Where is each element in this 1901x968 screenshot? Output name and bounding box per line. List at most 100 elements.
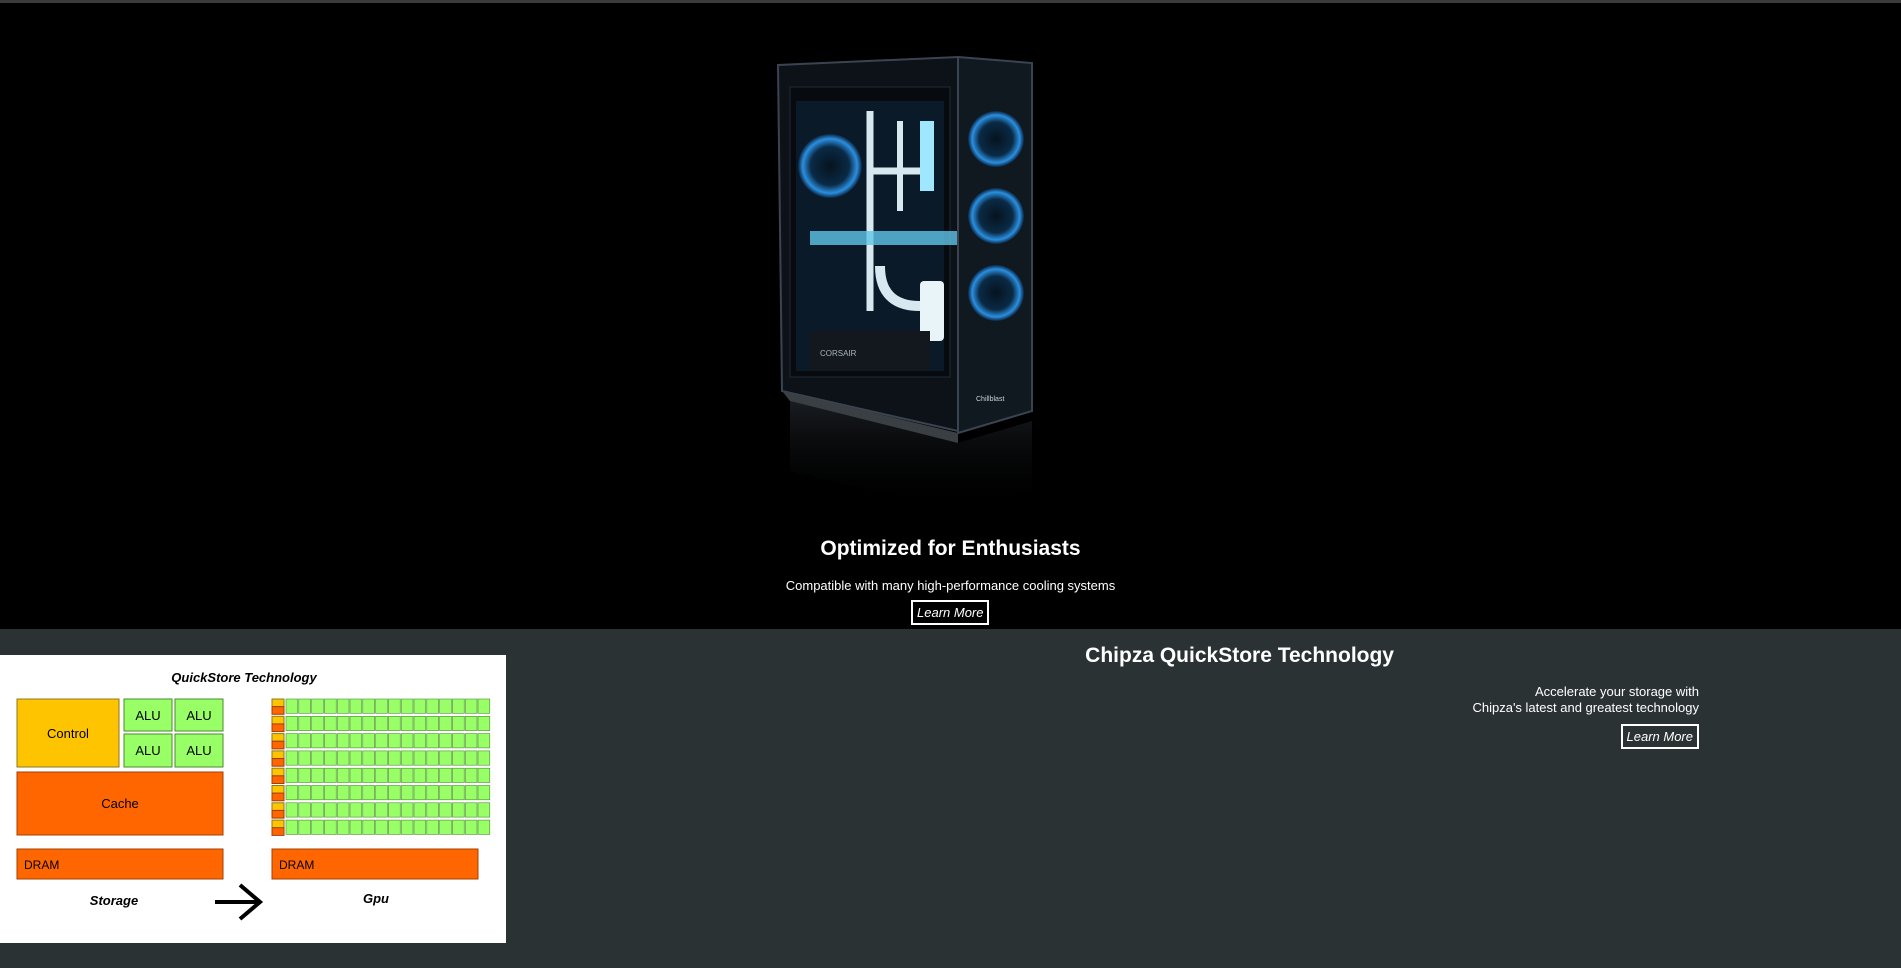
gpu-alu-cell [426, 785, 439, 801]
gpu-alu-cell [413, 715, 427, 731]
gpu-control-cell [271, 733, 285, 742]
gpu-core-grid [271, 698, 491, 836]
gpu-control-cell [271, 785, 285, 794]
gpu-alu-cell [439, 715, 452, 731]
gpu-alu-cell [349, 767, 363, 783]
gpu-alu-cell [439, 698, 452, 714]
gpu-alu-cell [452, 698, 465, 714]
gpu-alu-cell [464, 733, 478, 749]
gpu-alu-cell [426, 733, 439, 749]
gpu-alu-cell [388, 733, 401, 749]
gpu-alu-cell [413, 698, 427, 714]
gpu-alu-cell [324, 819, 337, 835]
gpu-alu-cell [439, 819, 452, 835]
gpu-alu-cell [285, 802, 299, 818]
quickstore-description: Accelerate your storage with Chipza's la… [1199, 684, 1699, 716]
gpu-alu-cell [311, 819, 324, 835]
gpu-alu-cell [477, 750, 491, 766]
gpu-alu-cell [285, 750, 299, 766]
gpu-alu-cell [336, 750, 350, 766]
gpu-alu-cell [285, 698, 299, 714]
control-label: Control [47, 726, 89, 741]
hero-learn-more-button[interactable]: Learn More [911, 600, 990, 625]
gpu-alu-cell [400, 715, 414, 731]
gpu-alu-cell [375, 802, 388, 818]
alu-label-4: ALU [186, 743, 211, 758]
dram-left-label: DRAM [24, 858, 59, 872]
gpu-alu-cell [349, 698, 363, 714]
gpu-alu-cell [388, 715, 401, 731]
gpu-alu-cell [477, 785, 491, 801]
gpu-alu-cell [452, 785, 465, 801]
quickstore-diagram: QuickStore Technology Control ALU ALU AL… [0, 655, 506, 943]
quickstore-title: Chipza QuickStore Technology [1085, 644, 1394, 667]
gpu-alu-cell [362, 698, 375, 714]
gpu-alu-cell [439, 767, 452, 783]
gpu-alu-cell [388, 819, 401, 835]
gpu-control-cell [271, 802, 285, 811]
gpu-alu-cell [298, 767, 311, 783]
gpu-alu-cell [426, 750, 439, 766]
gpu-cache-cell [271, 723, 285, 733]
cache-label: Cache [101, 796, 139, 811]
gpu-alu-cell [362, 733, 375, 749]
gpu-alu-cell [311, 750, 324, 766]
case-brand-text: CORSAIR [820, 349, 857, 358]
gpu-alu-cell [452, 802, 465, 818]
gpu-alu-cell [324, 750, 337, 766]
gpu-alu-cell [285, 819, 299, 835]
gpu-alu-cell [298, 698, 311, 714]
gpu-alu-cell [285, 733, 299, 749]
dram-right-block: DRAM [271, 848, 479, 880]
gpu-alu-cell [324, 785, 337, 801]
gpu-alu-cell [477, 698, 491, 714]
gpu-alu-cell [452, 715, 465, 731]
quickstore-line-1: Accelerate your storage with [1534, 684, 1699, 699]
gpu-alu-cell [400, 750, 414, 766]
arrow-right-icon [215, 883, 264, 921]
gpu-alu-cell [336, 819, 350, 835]
alu-label-2: ALU [186, 708, 211, 723]
gpu-alu-cell [311, 785, 324, 801]
gpu-alu-cell [400, 698, 414, 714]
gpu-alu-cell [311, 715, 324, 731]
quickstore-learn-more-button[interactable]: Learn More [1620, 724, 1699, 749]
gpu-alu-cell [324, 698, 337, 714]
gpu-alu-cell [452, 750, 465, 766]
gpu-alu-cell [375, 819, 388, 835]
gpu-cache-cell [271, 740, 285, 750]
gpu-alu-cell [375, 767, 388, 783]
gpu-alu-cell [464, 750, 478, 766]
gpu-alu-cell [413, 733, 427, 749]
hero-title: Optimized for Enthusiasts [820, 537, 1081, 560]
cache-block: Cache [16, 771, 224, 836]
gpu-control-cell [271, 767, 285, 777]
gpu-control-cell [271, 715, 285, 725]
alu-label-3: ALU [135, 743, 160, 758]
gpu-alu-cell [477, 802, 491, 818]
gpu-alu-cell [388, 785, 401, 801]
gpu-alu-cell [477, 767, 491, 783]
gpu-alu-cell [311, 767, 324, 783]
gpu-alu-cell [388, 698, 401, 714]
dram-right-label: DRAM [279, 858, 314, 872]
gpu-alu-cell [375, 785, 388, 801]
gpu-alu-cell [324, 733, 337, 749]
gpu-alu-cell [464, 715, 478, 731]
gpu-alu-cell [464, 785, 478, 801]
gpu-alu-cell [426, 802, 439, 818]
gpu-alu-cell [426, 819, 439, 835]
gpu-alu-cell [285, 767, 299, 783]
alu-label-1: ALU [135, 708, 160, 723]
gpu-alu-cell [311, 802, 324, 818]
gpu-alu-cell [375, 715, 388, 731]
case-badge-text: Chillblast [976, 396, 1004, 403]
gpu-alu-cell [464, 819, 478, 835]
alu-block: ALU ALU ALU ALU [123, 698, 224, 768]
gpu-alu-cell [452, 767, 465, 783]
dram-left-block: DRAM [16, 848, 224, 880]
gpu-alu-cell [324, 715, 337, 731]
gpu-alu-cell [477, 733, 491, 749]
gpu-alu-cell [324, 802, 337, 818]
gpu-cache-cell [271, 775, 285, 784]
